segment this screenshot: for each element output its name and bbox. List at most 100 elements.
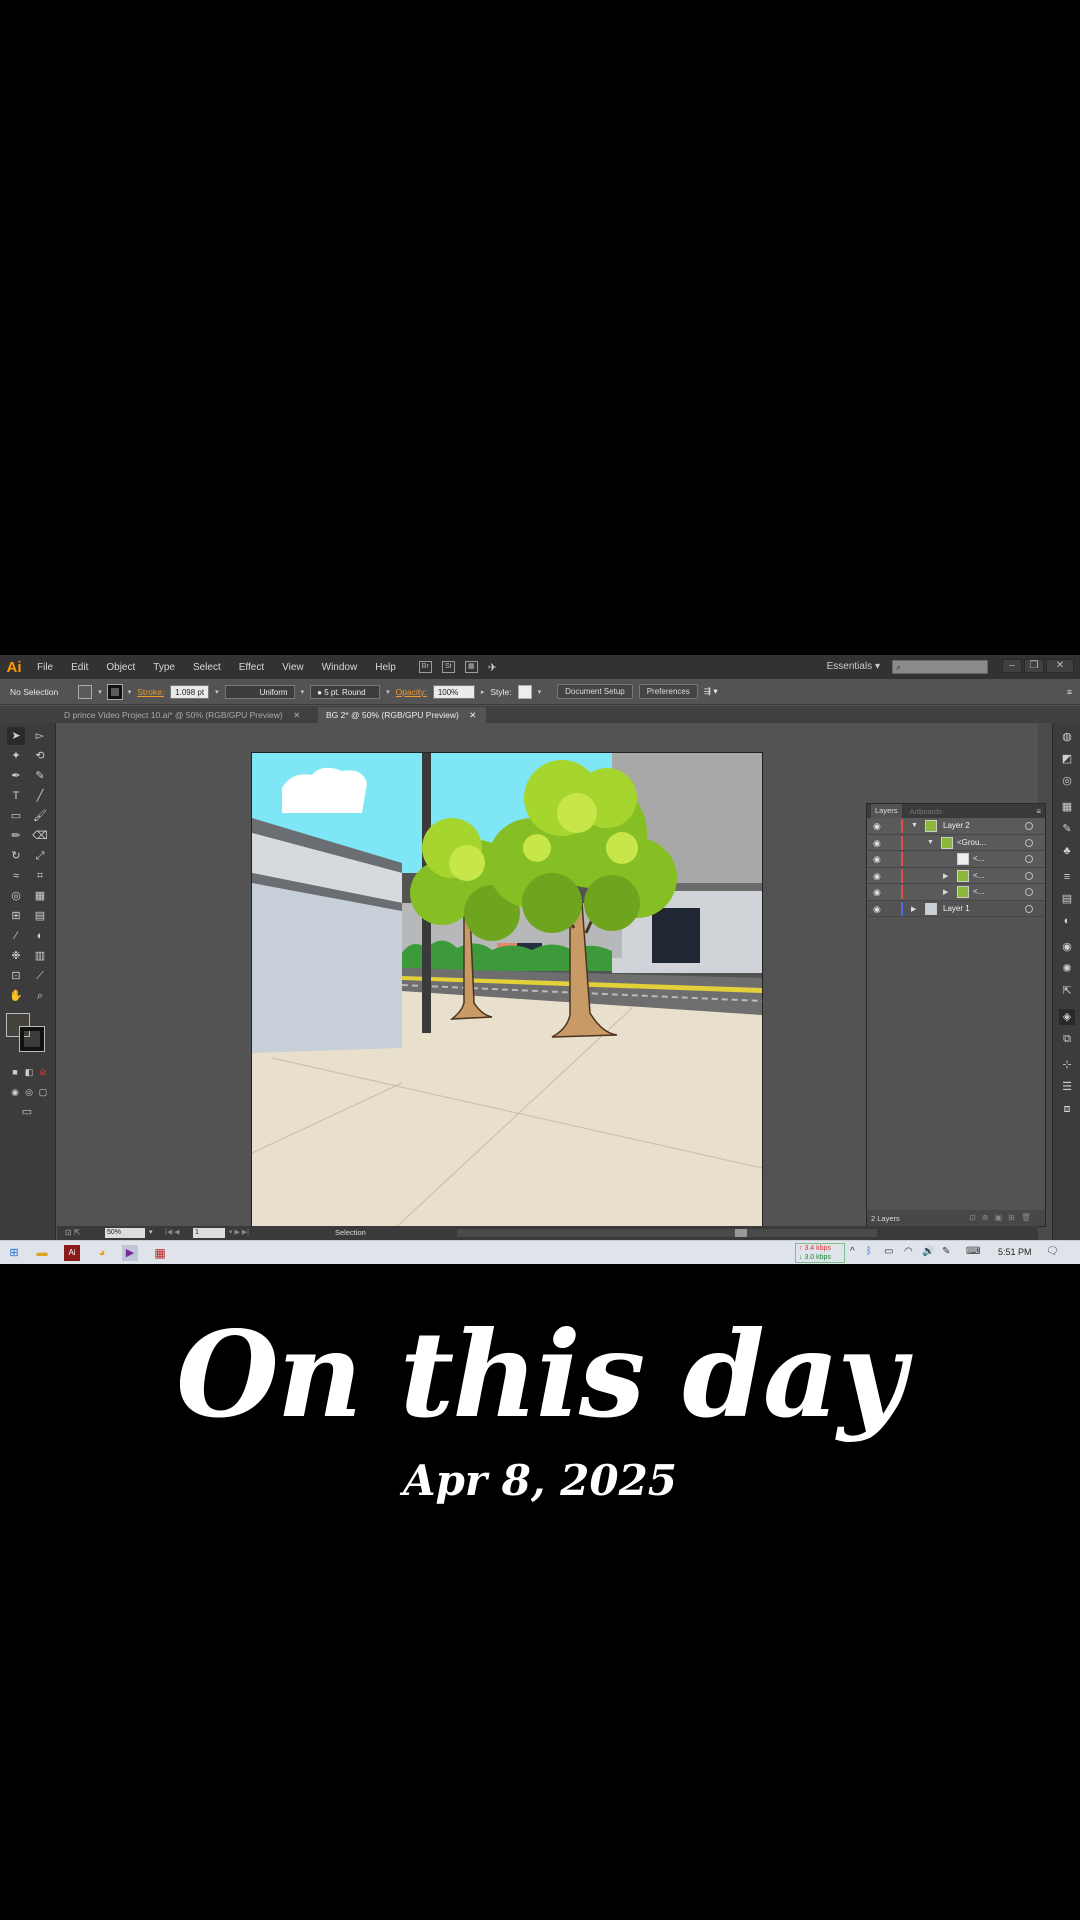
chevron-down-icon[interactable]: ▾: [386, 688, 390, 696]
type-tool-icon[interactable]: T: [7, 787, 25, 805]
tab-artboards[interactable]: Artboards: [906, 807, 947, 816]
layer-row[interactable]: ◉ ▶ <...: [867, 867, 1045, 884]
symbols-icon[interactable]: ♣: [1059, 843, 1075, 859]
brushes-icon[interactable]: ✎: [1059, 821, 1075, 837]
chevron-down-icon[interactable]: ▾: [128, 688, 132, 696]
app-icon[interactable]: ▦: [152, 1245, 168, 1261]
expand-triangle-icon[interactable]: ▶: [911, 905, 916, 913]
eyedropper-tool-icon[interactable]: ⁄: [7, 927, 25, 945]
rotate-tool-icon[interactable]: ↻: [7, 847, 25, 865]
keyboard-icon[interactable]: ⌨: [966, 1246, 980, 1257]
volume-icon[interactable]: 🔊: [922, 1246, 934, 1257]
free-transform-tool-icon[interactable]: ⌗: [31, 867, 49, 885]
menu-type[interactable]: Type: [153, 662, 175, 673]
artboard-next-icon[interactable]: ▾ ▶ ▶|: [229, 1228, 249, 1236]
pen-tool-icon[interactable]: ✒: [7, 767, 25, 785]
notifications-icon[interactable]: 🗨: [1046, 1246, 1059, 1257]
lasso-tool-icon[interactable]: ⟲: [31, 747, 49, 765]
chevron-down-icon[interactable]: ▾: [301, 688, 305, 696]
target-circle-icon[interactable]: [1025, 822, 1033, 830]
brush-definition[interactable]: ● 5 pt. Round: [310, 684, 381, 699]
artboard-nav-icon[interactable]: ⊡ ⇱: [65, 1228, 81, 1237]
menu-edit[interactable]: Edit: [71, 662, 88, 673]
media-player-icon[interactable]: ▶: [122, 1245, 138, 1261]
document-setup-button[interactable]: Document Setup: [557, 684, 633, 699]
close-button[interactable]: ✕: [1046, 659, 1074, 673]
windows-start-icon[interactable]: ⊞: [6, 1245, 22, 1261]
paintbrush-tool-icon[interactable]: 🖌: [31, 807, 49, 825]
graphic-styles-icon[interactable]: ✺: [1059, 961, 1075, 977]
stroke-swatch-control[interactable]: [106, 683, 123, 700]
wifi-icon[interactable]: ◠: [904, 1246, 913, 1257]
illustrator-taskbar-icon[interactable]: Ai: [64, 1245, 80, 1261]
none-mode-icon[interactable]: ⊘: [34, 1063, 52, 1081]
asset-export-icon[interactable]: ⇱: [1059, 983, 1075, 999]
transparency-icon[interactable]: ◐: [1059, 913, 1075, 929]
visibility-eye-icon[interactable]: ◉: [873, 838, 881, 849]
align-icon[interactable]: ☰: [1059, 1079, 1075, 1095]
preferences-button[interactable]: Preferences: [638, 684, 698, 699]
close-icon[interactable]: ✕: [293, 710, 300, 720]
visibility-eye-icon[interactable]: ◉: [873, 871, 881, 882]
gpu-performance-icon[interactable]: ✈: [488, 661, 497, 674]
chrome-icon[interactable]: ◕: [94, 1245, 110, 1261]
magic-wand-tool-icon[interactable]: ✦: [7, 747, 25, 765]
layer-row[interactable]: ◉ <...: [867, 851, 1045, 868]
tab-document-1[interactable]: D prince Video Project 10.ai* @ 50% (RGB…: [56, 707, 318, 723]
layers-footer-buttons[interactable]: ⊡⊕▣⊞🗑: [969, 1213, 1037, 1222]
zoom-field[interactable]: 50%: [105, 1228, 145, 1238]
chevron-right-icon[interactable]: ▸: [481, 688, 485, 696]
menu-object[interactable]: Object: [106, 662, 135, 673]
pencil-tool-icon[interactable]: ✏: [7, 827, 25, 845]
panel-menu-icon[interactable]: ≡: [1036, 807, 1041, 816]
battery-icon[interactable]: ▭: [884, 1246, 893, 1257]
chevron-down-icon[interactable]: ▾: [149, 1228, 153, 1236]
stock-button[interactable]: St: [441, 661, 455, 673]
curvature-tool-icon[interactable]: ✎: [31, 767, 49, 785]
menu-select[interactable]: Select: [193, 662, 221, 673]
slice-tool-icon[interactable]: ⟋: [31, 967, 49, 985]
transform-icon[interactable]: ⊹: [1059, 1057, 1075, 1073]
target-circle-icon[interactable]: [1025, 871, 1033, 880]
bridge-button[interactable]: Br: [418, 661, 432, 673]
expand-triangle-icon[interactable]: ▼: [911, 822, 918, 829]
line-tool-icon[interactable]: ╱: [31, 787, 49, 805]
stroke-weight-field[interactable]: 1.098 pt: [170, 684, 210, 699]
artboard-tool-icon[interactable]: ⊡: [7, 967, 25, 985]
column-graph-tool-icon[interactable]: ▥: [31, 947, 49, 965]
target-circle-icon[interactable]: [1025, 888, 1033, 896]
perspective-grid-tool-icon[interactable]: ▦: [31, 887, 49, 905]
target-circle-icon[interactable]: [1025, 838, 1033, 847]
variable-width-profile[interactable]: Uniform: [224, 684, 295, 699]
artboard-prev-icon[interactable]: |◀ ◀: [165, 1228, 180, 1236]
tab-document-2[interactable]: BG 2* @ 50% (RGB/GPU Preview) ✕: [318, 707, 486, 723]
pathfinder-icon[interactable]: ⧈: [1059, 1101, 1075, 1117]
chevron-up-icon[interactable]: ^: [850, 1246, 855, 1257]
target-circle-icon[interactable]: [1025, 904, 1033, 913]
menu-view[interactable]: View: [282, 662, 304, 673]
tab-layers[interactable]: Layers: [871, 804, 902, 818]
horizontal-scrollbar[interactable]: [457, 1229, 877, 1237]
arrange-documents-icon[interactable]: ▦: [464, 661, 478, 673]
visibility-eye-icon[interactable]: ◉: [873, 887, 881, 898]
hand-tool-icon[interactable]: ✋: [7, 987, 25, 1005]
panel-menu-icon[interactable]: ≡: [1067, 687, 1072, 697]
visibility-eye-icon[interactable]: ◉: [873, 854, 881, 865]
menu-effect[interactable]: Effect: [239, 662, 264, 673]
libraries-icon[interactable]: ◩: [1059, 751, 1075, 767]
layer-row[interactable]: ◉ ▼ <Grou...: [867, 834, 1045, 851]
shape-builder-tool-icon[interactable]: ◎: [7, 887, 25, 905]
screen-mode-icon[interactable]: ▭: [18, 1103, 36, 1121]
expand-triangle-icon[interactable]: ▶: [943, 872, 948, 880]
gradient-panel-icon[interactable]: ▤: [1059, 891, 1075, 907]
width-tool-icon[interactable]: ≈: [7, 867, 25, 885]
stroke-panel-icon[interactable]: ≡: [1059, 869, 1075, 885]
expand-triangle-icon[interactable]: ▶: [943, 888, 948, 896]
file-explorer-icon[interactable]: ▬: [34, 1245, 50, 1261]
minimize-button[interactable]: –: [1002, 659, 1022, 673]
menu-window[interactable]: Window: [322, 662, 358, 673]
chevron-down-icon[interactable]: ▾: [538, 688, 542, 696]
scroll-thumb[interactable]: [735, 1229, 747, 1237]
appearance-icon[interactable]: ◉: [1059, 939, 1075, 955]
menu-file[interactable]: File: [37, 662, 53, 673]
